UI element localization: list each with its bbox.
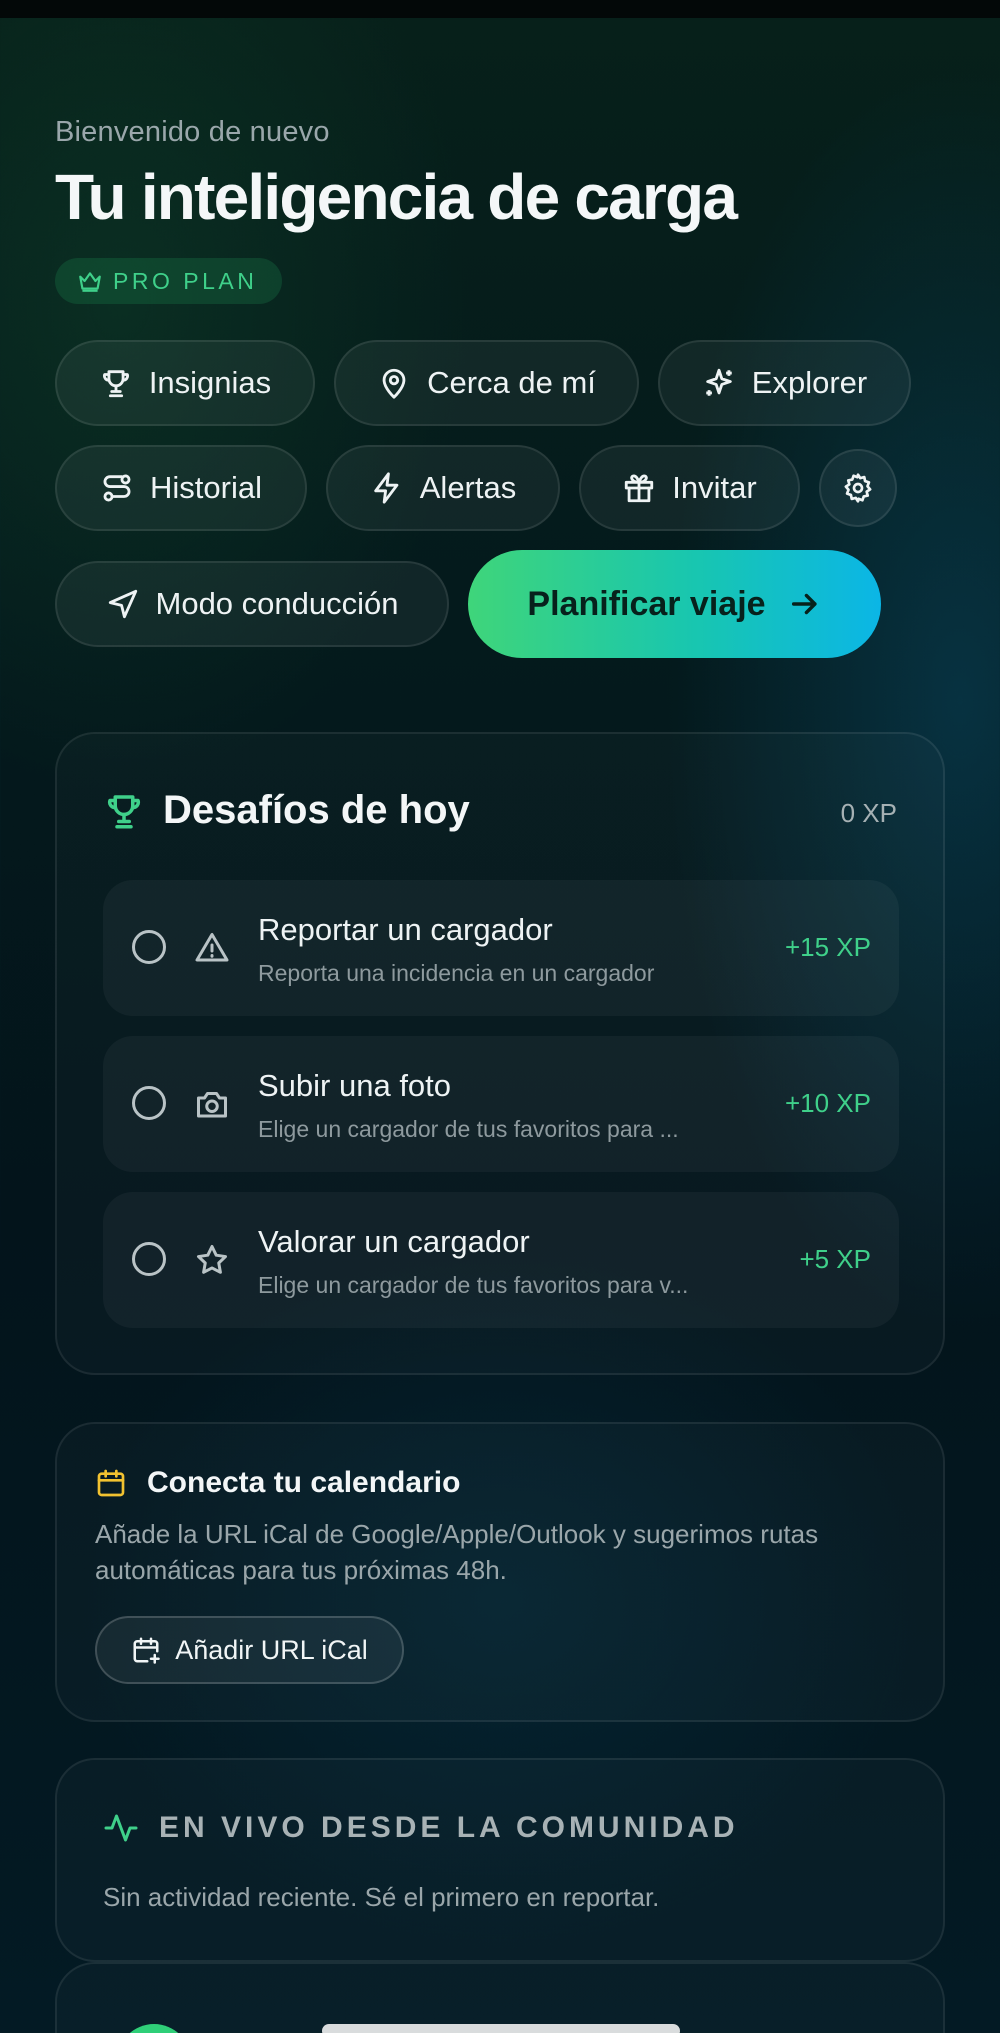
challenge-checkbox[interactable] bbox=[132, 1242, 166, 1276]
page-title: Tu inteligencia de carga bbox=[55, 161, 738, 233]
history-label: Historial bbox=[150, 470, 262, 505]
challenge-checkbox[interactable] bbox=[132, 930, 166, 964]
driving-mode-button[interactable]: Modo conducción bbox=[55, 561, 449, 647]
community-header: EN VIVO DESDE LA COMUNIDAD bbox=[103, 1810, 739, 1846]
challenge-item[interactable]: Reportar un cargador Reporta una inciden… bbox=[103, 880, 899, 1016]
challenge-item[interactable]: Valorar un cargador Elige un cargador de… bbox=[103, 1192, 899, 1328]
alerts-button[interactable]: Alertas bbox=[326, 445, 560, 531]
trophy-icon bbox=[107, 794, 141, 828]
explorer-label: Explorer bbox=[751, 365, 868, 400]
navigation-icon bbox=[108, 589, 137, 619]
challenge-points: +10 XP bbox=[784, 1088, 871, 1118]
calendar-icon bbox=[97, 1469, 125, 1497]
nearby-label: Cerca de mí bbox=[427, 365, 596, 400]
alerts-label: Alertas bbox=[419, 470, 517, 505]
add-ical-label: Añadir URL iCal bbox=[175, 1634, 368, 1665]
home-indicator[interactable] bbox=[322, 2024, 680, 2033]
calendar-description: Añade la URL iCal de Google/Apple/Outloo… bbox=[95, 1519, 819, 1585]
avatar bbox=[117, 2024, 191, 2033]
arrow-right-icon bbox=[791, 593, 817, 615]
welcome-text: Bienvenido de nuevo bbox=[55, 116, 330, 148]
community-card: EN VIVO DESDE LA COMUNIDAD Sin actividad… bbox=[55, 1758, 945, 1962]
next-card bbox=[55, 1962, 945, 2033]
challenges-card: Desafíos de hoy 0 XP Reportar un cargado… bbox=[55, 732, 945, 1375]
add-ical-button[interactable]: Añadir URL iCal bbox=[95, 1616, 404, 1684]
xp-total: 0 XP bbox=[840, 798, 897, 828]
nearby-button[interactable]: Cerca de mí bbox=[334, 340, 639, 426]
camera-icon bbox=[197, 1092, 227, 1118]
challenge-item[interactable]: Subir una foto Elige un cargador de tus … bbox=[103, 1036, 899, 1172]
calendar-card: Conecta tu calendario Añade la URL iCal … bbox=[55, 1422, 945, 1722]
trophy-icon bbox=[102, 370, 129, 398]
calendar-title: Conecta tu calendario bbox=[147, 1466, 461, 1499]
gift-icon bbox=[625, 474, 654, 503]
gear-icon bbox=[844, 473, 872, 503]
calendar-plus-icon bbox=[133, 1637, 160, 1664]
community-title: EN VIVO DESDE LA COMUNIDAD bbox=[159, 1811, 739, 1844]
plan-trip-label: Planificar viaje bbox=[527, 584, 766, 623]
challenge-points: +15 XP bbox=[784, 932, 871, 962]
pro-plan-badge: PRO PLAN bbox=[55, 258, 282, 304]
badges-button[interactable]: Insignias bbox=[55, 340, 315, 426]
driving-mode-label: Modo conducción bbox=[155, 586, 399, 621]
challenge-name: Reportar un cargador bbox=[258, 912, 553, 947]
plan-trip-button[interactable]: Planificar viaje bbox=[468, 550, 881, 658]
route-icon bbox=[103, 474, 131, 502]
warning-icon bbox=[195, 933, 229, 962]
explorer-button[interactable]: Explorer bbox=[658, 340, 911, 426]
challenge-points: +5 XP bbox=[799, 1244, 871, 1274]
challenge-desc: Reporta una incidencia en un cargador bbox=[258, 960, 655, 986]
status-bar bbox=[0, 0, 1000, 18]
challenge-desc: Elige un cargador de tus favoritos para … bbox=[258, 1272, 689, 1298]
activity-icon bbox=[104, 1814, 138, 1842]
crown-icon bbox=[79, 272, 101, 292]
sparkles-icon bbox=[706, 368, 732, 396]
star-icon bbox=[197, 1245, 227, 1274]
history-button[interactable]: Historial bbox=[55, 445, 307, 531]
lightning-icon bbox=[374, 472, 399, 504]
settings-button[interactable] bbox=[819, 449, 897, 527]
plan-label: PRO PLAN bbox=[113, 267, 258, 294]
challenges-title: Desafíos de hoy bbox=[163, 788, 470, 832]
community-empty-text: Sin actividad reciente. Sé el primero en… bbox=[103, 1882, 660, 1912]
header: Bienvenido de nuevo Tu inteligencia de c… bbox=[55, 116, 955, 304]
challenge-name: Valorar un cargador bbox=[258, 1224, 530, 1259]
invite-label: Invitar bbox=[672, 470, 757, 505]
challenges-header: Desafíos de hoy bbox=[103, 788, 470, 833]
map-pin-icon bbox=[382, 368, 406, 399]
badges-label: Insignias bbox=[148, 365, 272, 400]
challenge-checkbox[interactable] bbox=[132, 1086, 166, 1120]
challenge-name: Subir una foto bbox=[258, 1068, 452, 1103]
calendar-header: Conecta tu calendario bbox=[95, 1466, 460, 1500]
invite-button[interactable]: Invitar bbox=[579, 445, 800, 531]
challenge-desc: Elige un cargador de tus favoritos para … bbox=[258, 1116, 679, 1142]
